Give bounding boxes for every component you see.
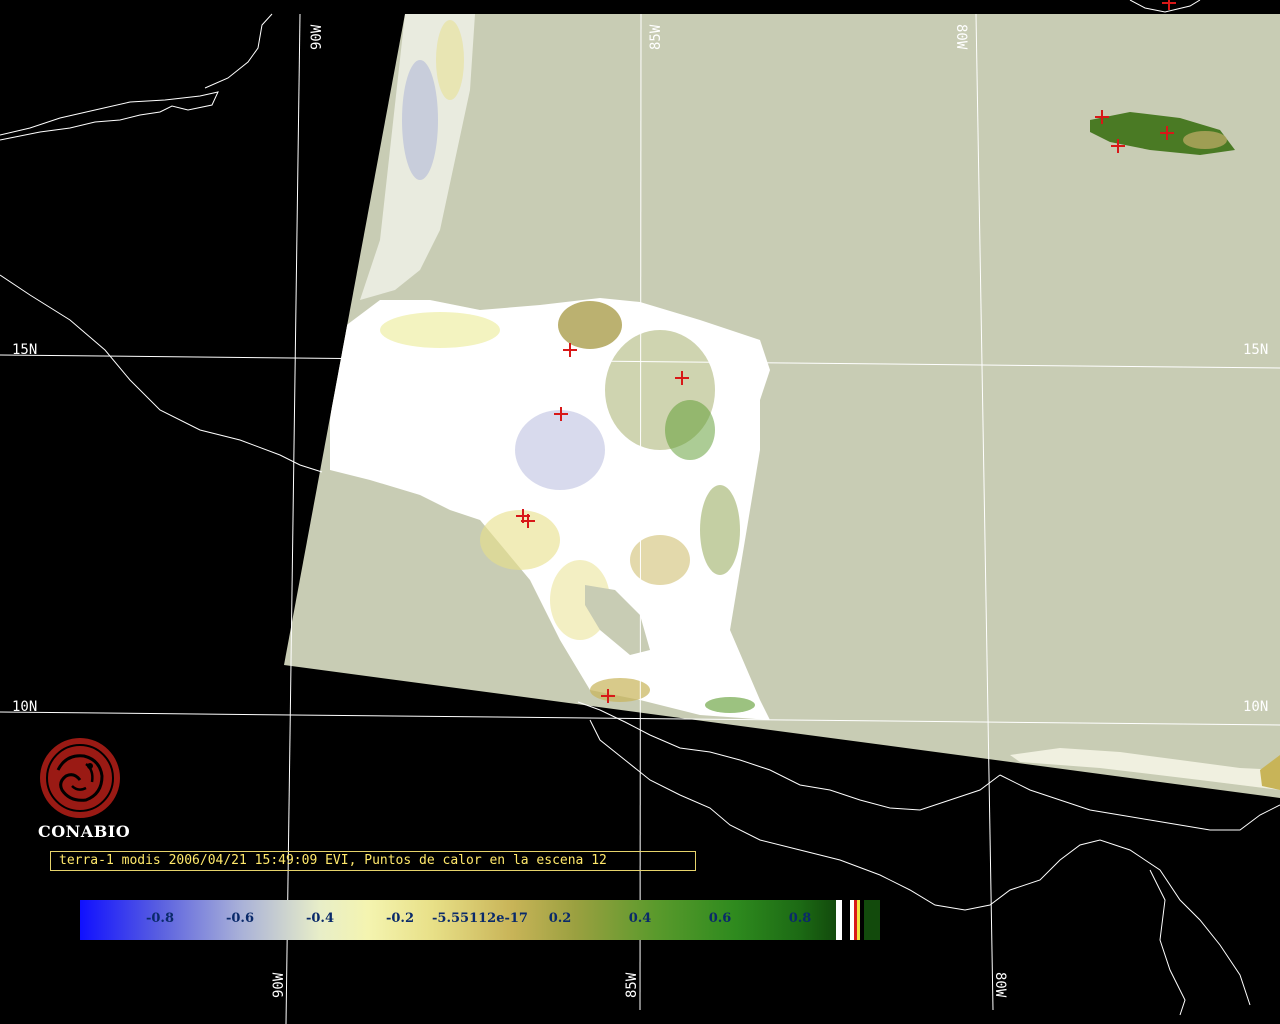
colorbar-tick: -0.8 bbox=[145, 911, 175, 926]
colorbar-tick: -0.2 bbox=[385, 911, 415, 926]
scene-caption: terra-1 modis 2006/04/21 15:49:09 EVI, P… bbox=[50, 851, 696, 871]
lat-label-10n-left: 10N bbox=[12, 699, 37, 715]
lon-label-80w-bottom: 80W bbox=[992, 972, 1008, 998]
colorbar-tick: 0.8 bbox=[788, 911, 812, 926]
lon-label-85w-bottom: 85W bbox=[624, 972, 640, 998]
colorbar-tick: 0.2 bbox=[548, 911, 572, 926]
lon-label-80w-top: 80W bbox=[953, 24, 969, 50]
colorbar-black-band-2 bbox=[860, 900, 864, 940]
lon-label-85w-top: 85W bbox=[648, 24, 664, 50]
conabio-logo bbox=[40, 738, 120, 818]
lon-label-90w-bottom: 90W bbox=[271, 972, 287, 998]
lat-label-10n-right: 10N bbox=[1243, 699, 1268, 715]
lat-label-15n-left: 15N bbox=[12, 342, 37, 358]
colorbar-tick: 0.6 bbox=[708, 911, 732, 926]
evi-colorbar: -0.8 -0.6 -0.4 -0.2 -5.55112e-17 0.2 0.4… bbox=[80, 900, 880, 940]
lon-label-90w-top: 90W bbox=[309, 24, 325, 50]
lat-label-15n-right: 15N bbox=[1243, 342, 1268, 358]
colorbar-black-band bbox=[842, 900, 850, 940]
colorbar-tick: 0.4 bbox=[628, 911, 652, 926]
conabio-logo-text: CONABIO bbox=[38, 822, 131, 841]
colorbar-tick: -0.6 bbox=[225, 911, 255, 926]
colorbar-tick: -5.55112e-17 bbox=[432, 911, 528, 926]
colorbar-tick: -0.4 bbox=[305, 911, 335, 926]
